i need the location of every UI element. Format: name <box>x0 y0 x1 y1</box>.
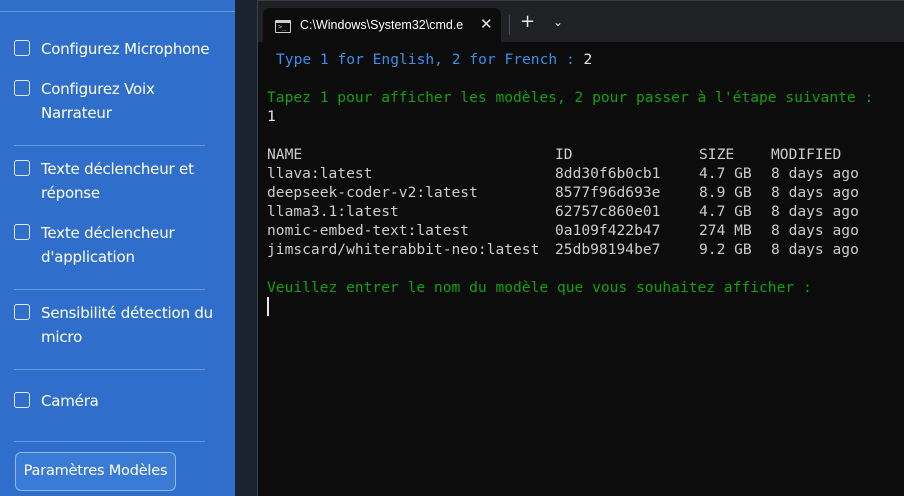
sidebar-divider <box>14 145 205 146</box>
terminal-tab[interactable]: >_ C:\Windows\System32\cmd.e ✕ <box>263 8 501 43</box>
sidebar-item-narrator-voice[interactable]: Configurez Voix Narrateur <box>14 77 176 125</box>
microphone-checkbox[interactable] <box>14 40 30 56</box>
sidebar-item-trigger-application[interactable]: Texte déclencheur d'application <box>14 221 191 269</box>
model-modified: 8 days ago <box>771 222 859 239</box>
model-size: 274 MB <box>699 222 752 239</box>
model-name: nomic-embed-text:latest <box>267 222 470 239</box>
model-name: jimscard/whiterabbit-neo:latest <box>267 241 540 258</box>
menu-answer: 1 <box>267 108 276 125</box>
sidebar-divider <box>14 369 205 370</box>
sidebar-item-label: Caméra <box>41 392 99 410</box>
sidebar-item-microphone[interactable]: Configurez Microphone <box>14 37 210 61</box>
sidebar-item-label: Configurez Voix Narrateur <box>41 80 155 122</box>
model-size: 4.7 GB <box>699 165 752 182</box>
sidebar-divider <box>0 11 235 12</box>
sidebar-item-label: Texte déclencheur d'application <box>41 224 175 266</box>
header-modified: MODIFIED <box>771 146 842 163</box>
trigger-response-checkbox[interactable] <box>14 160 30 176</box>
close-icon[interactable]: ✕ <box>480 15 493 33</box>
model-prompt: Veuillez entrer le nom du modèle que vou… <box>267 279 812 296</box>
new-tab-icon[interactable]: + <box>520 11 535 32</box>
chevron-down-icon[interactable]: ⌄ <box>553 15 563 29</box>
header-size: SIZE <box>699 146 735 163</box>
model-id: 0a109f422b47 <box>555 222 661 239</box>
header-name: NAME <box>267 146 303 163</box>
model-modified: 8 days ago <box>771 165 859 182</box>
terminal-titlebar: >_ C:\Windows\System32\cmd.e ✕ + ⌄ <box>258 0 904 43</box>
model-id: 8dd30f6b0cb1 <box>555 165 661 182</box>
sidebar-item-mic-sensitivity[interactable]: Sensibilité détection du micro <box>14 301 216 349</box>
model-modified: 8 days ago <box>771 184 859 201</box>
model-size: 9.2 GB <box>699 241 752 258</box>
menu-prompt: Tapez 1 pour afficher les modèles, 2 pou… <box>267 89 874 106</box>
model-size: 8.9 GB <box>699 184 752 201</box>
mic-sensitivity-checkbox[interactable] <box>14 304 30 320</box>
model-id: 25db98194be7 <box>555 241 661 258</box>
sidebar-item-label: Sensibilité détection du micro <box>41 304 213 346</box>
sidebar-item-camera[interactable]: Caméra <box>14 389 99 413</box>
header-id: ID <box>555 146 573 163</box>
tab-title: C:\Windows\System32\cmd.e <box>300 18 464 32</box>
model-id: 62757c860e01 <box>555 203 661 220</box>
language-prompt: Type 1 for English, 2 for French : <box>276 51 584 68</box>
model-name: llama3.1:latest <box>267 203 399 220</box>
titlebar-separator <box>509 15 510 35</box>
model-modified: 8 days ago <box>771 241 859 258</box>
sidebar-divider <box>14 289 205 290</box>
sidebar-item-label: Configurez Microphone <box>41 40 210 58</box>
model-name: llava:latest <box>267 165 373 182</box>
model-id: 8577f96d693e <box>555 184 661 201</box>
sidebar-item-trigger-response[interactable]: Texte déclencheur et réponse <box>14 157 201 205</box>
cmd-icon: >_ <box>275 20 291 33</box>
narrator-voice-checkbox[interactable] <box>14 80 30 96</box>
model-settings-button[interactable]: Paramètres Modèles <box>15 452 176 491</box>
camera-checkbox[interactable] <box>14 392 30 408</box>
language-answer: 2 <box>583 51 593 68</box>
trigger-application-checkbox[interactable] <box>14 224 30 240</box>
language-prompt-line: Type 1 for English, 2 for French : 2 <box>276 50 592 69</box>
terminal-window: >_ C:\Windows\System32\cmd.e ✕ + ⌄ Type … <box>257 0 904 496</box>
console-output[interactable]: Type 1 for English, 2 for French : 2 Tap… <box>258 42 904 496</box>
model-size: 4.7 GB <box>699 203 752 220</box>
sidebar-item-label: Texte déclencheur et réponse <box>41 160 194 202</box>
sidebar-divider <box>14 441 205 442</box>
model-name: deepseek-coder-v2:latest <box>267 184 478 201</box>
text-cursor[interactable] <box>267 297 269 316</box>
settings-sidebar: Configurez Microphone Configurez Voix Na… <box>0 0 235 496</box>
model-modified: 8 days ago <box>771 203 859 220</box>
